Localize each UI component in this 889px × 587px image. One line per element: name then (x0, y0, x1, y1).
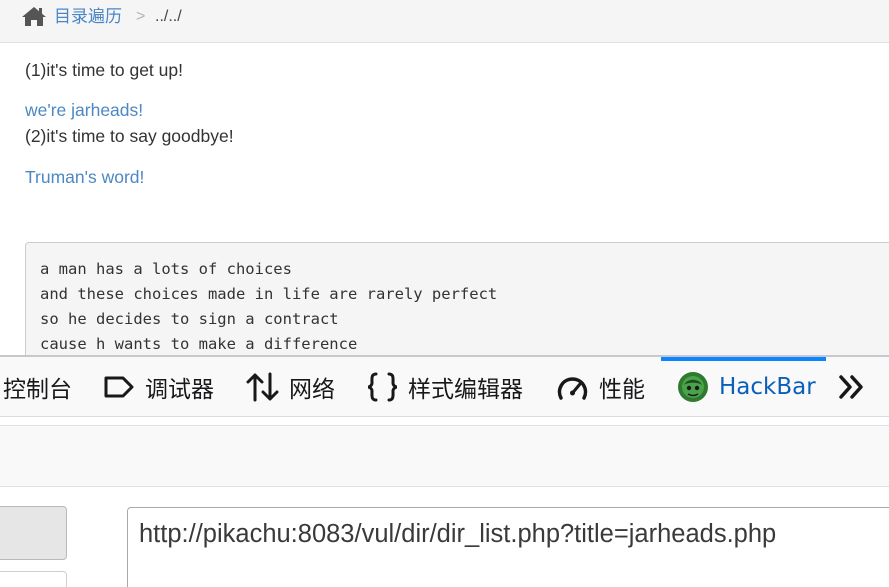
pre-line: so he decides to sign a contract (40, 310, 339, 328)
preformatted-text-box: a man has a lots of choices and these ch… (25, 242, 889, 372)
tab-label: 网络 (289, 377, 335, 403)
pre-line: cause h wants to make a difference (40, 335, 358, 353)
pre-line: a man has a lots of choices (40, 260, 292, 278)
content-line-2: (2)it's time to say goodbye! (25, 126, 234, 146)
gauge-icon (557, 377, 588, 400)
double-chevron-icon (839, 375, 863, 399)
tab-label: 样式编辑器 (408, 377, 523, 403)
load-url-button[interactable] (0, 506, 67, 560)
breadcrumb-separator: > (136, 8, 146, 25)
tab-network[interactable]: 网络 (246, 357, 335, 417)
devtools-toolbar: 控制台 调试器 网络 样式编辑器 性能 HackBar (0, 355, 889, 417)
tab-console[interactable]: 控制台 (3, 357, 72, 417)
hackbar-logo-icon (678, 372, 708, 402)
home-icon[interactable] (21, 5, 47, 27)
tab-performance[interactable]: 性能 (556, 357, 645, 417)
link-jarheads[interactable]: we're jarheads! (25, 98, 143, 122)
link-truman[interactable]: Truman's word! (25, 165, 144, 189)
tab-label: HackBar (719, 374, 816, 400)
tab-hackbar[interactable]: HackBar (661, 357, 826, 413)
breadcrumb-link-directory-traversal[interactable]: 目录遍历 (54, 6, 122, 28)
hackbar-toolbar (0, 425, 889, 487)
pre-line: and these choices made in life are rarel… (40, 285, 498, 303)
tab-debugger[interactable]: 调试器 (103, 357, 214, 417)
content-line-1: (1)it's time to get up! (25, 60, 183, 80)
debugger-icon (104, 376, 134, 398)
split-url-button[interactable] (0, 571, 67, 587)
tab-label: 调试器 (145, 377, 214, 403)
overflow-tabs-button[interactable] (838, 357, 866, 417)
tab-label: 性能 (599, 377, 645, 403)
devtools-panel: 控制台 调试器 网络 样式编辑器 性能 HackBar http://pikac… (0, 355, 889, 587)
breadcrumb: 目录遍历 > ../../ (0, 0, 889, 43)
url-input[interactable]: http://pikachu:8083/vul/dir/dir_list.php… (127, 507, 889, 587)
breadcrumb-current: ../../ (155, 8, 182, 25)
tab-style-editor[interactable]: 样式编辑器 (367, 357, 523, 417)
network-arrows-icon (246, 372, 279, 402)
braces-icon (367, 372, 398, 402)
page: 目录遍历 > ../../ (1)it's time to get up! we… (0, 0, 889, 587)
tab-label: 控制台 (3, 377, 72, 403)
